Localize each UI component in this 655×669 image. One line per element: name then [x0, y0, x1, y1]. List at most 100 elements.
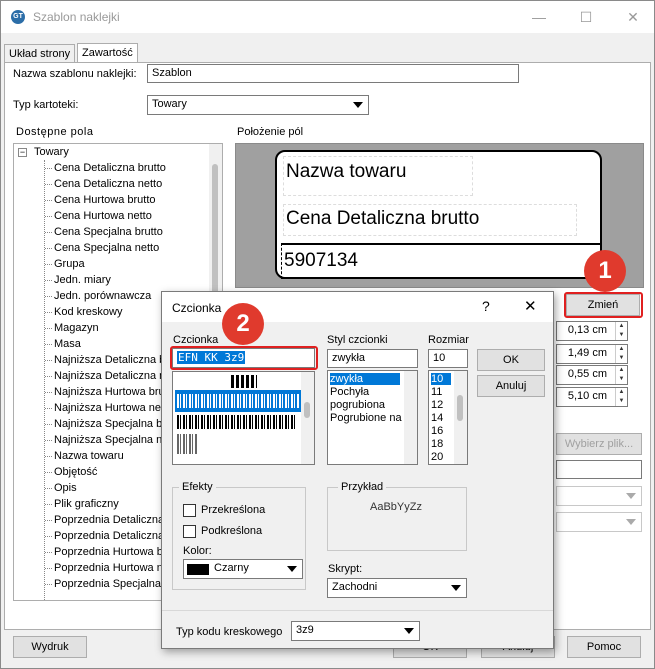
- tree-item[interactable]: Jedn. porównawcza: [54, 290, 151, 302]
- tree-item[interactable]: Objętość: [54, 466, 97, 478]
- color-select[interactable]: Czarny: [183, 559, 303, 579]
- label-preview[interactable]: Nazwa towaru Cena Detaliczna brutto 5907…: [275, 150, 602, 279]
- help-button[interactable]: Pomoc: [567, 636, 641, 658]
- label-canvas[interactable]: Nazwa towaru Cena Detaliczna brutto 5907…: [235, 143, 644, 288]
- tree-item[interactable]: Masa: [54, 338, 81, 350]
- tree-item[interactable]: Najniższa Detaliczna ne: [54, 370, 171, 382]
- label-field-barcode[interactable]: 5907134: [281, 243, 601, 279]
- tree-item[interactable]: Plik graficzny: [54, 498, 119, 510]
- style-option[interactable]: zwykła: [330, 373, 400, 385]
- font-cancel-button[interactable]: Anuluj: [477, 375, 545, 397]
- spin-arrows-icon[interactable]: ▲ ▼: [615, 322, 627, 340]
- style-list-scrollbar[interactable]: [404, 371, 417, 464]
- size-option[interactable]: 12: [431, 399, 443, 411]
- font-ok-button[interactable]: OK: [477, 349, 545, 371]
- chevron-down-icon: [287, 566, 297, 572]
- font-list[interactable]: [172, 371, 315, 465]
- disabled-select-2[interactable]: [556, 512, 642, 532]
- tree-item[interactable]: Cena Detaliczna netto: [54, 178, 162, 190]
- tree-item[interactable]: Cena Hurtowa brutto: [54, 194, 156, 206]
- tree-connector: [45, 408, 52, 409]
- help-icon[interactable]: ?: [482, 298, 490, 314]
- size-option[interactable]: 11: [431, 386, 442, 398]
- underline-checkbox[interactable]: [183, 525, 196, 538]
- size-list[interactable]: 10 11 12 14 16 18 20: [428, 370, 468, 465]
- tree-item[interactable]: Cena Specjalna brutto: [54, 226, 163, 238]
- card-type-label: Typ kartoteki:: [13, 99, 79, 111]
- tree-item[interactable]: Cena Detaliczna brutto: [54, 162, 166, 174]
- tree-item[interactable]: Grupa: [54, 258, 85, 270]
- tree-item[interactable]: Nazwa towaru: [54, 450, 124, 462]
- tree-item[interactable]: Poprzednia Specjalna b: [54, 578, 170, 590]
- size-list-scrollbar[interactable]: [454, 371, 467, 464]
- size-option[interactable]: 16: [431, 425, 443, 437]
- font-list-item-selected[interactable]: [175, 390, 301, 412]
- card-type-select[interactable]: Towary: [147, 95, 369, 115]
- tree-item[interactable]: Poprzednia Hurtowa b: [54, 546, 163, 558]
- position-spin-2[interactable]: 1,49 cm ▲ ▼: [556, 344, 628, 364]
- style-option[interactable]: pogrubiona: [330, 399, 385, 411]
- template-name-input[interactable]: Szablon: [147, 64, 519, 83]
- script-select[interactable]: Zachodni: [327, 578, 467, 598]
- disabled-select-1[interactable]: [556, 486, 642, 506]
- style-list[interactable]: zwykła Pochyła pogrubiona Pogrubione na: [327, 370, 418, 465]
- tree-item[interactable]: Poprzednia Detaliczna: [54, 514, 164, 526]
- tree-item[interactable]: Cena Specjalna netto: [54, 242, 159, 254]
- barcode-type-select[interactable]: 3z9: [291, 621, 420, 641]
- tree-connector: [45, 392, 52, 393]
- underline-label: Podkreślona: [201, 525, 263, 537]
- scroll-thumb[interactable]: [304, 402, 310, 418]
- choose-file-button[interactable]: Wybierz plik...: [556, 433, 642, 455]
- tree-item[interactable]: Magazyn: [54, 322, 99, 334]
- tree-item[interactable]: Opis: [54, 482, 77, 494]
- tree-item[interactable]: Najniższa Specjalna ne: [54, 434, 168, 446]
- file-path-input[interactable]: [556, 460, 642, 479]
- tree-item[interactable]: Poprzednia Hurtowa n: [54, 562, 163, 574]
- strikeout-checkbox[interactable]: [183, 504, 196, 517]
- maximize-icon[interactable]: ☐: [576, 7, 596, 27]
- tree-item[interactable]: Kod kreskowy: [54, 306, 122, 318]
- tab-content[interactable]: Zawartość: [77, 43, 138, 63]
- tree-item[interactable]: Jedn. miary: [54, 274, 111, 286]
- position-spin-1[interactable]: 0,13 cm ▲ ▼: [556, 321, 628, 341]
- size-option[interactable]: 14: [431, 412, 443, 424]
- style-option[interactable]: Pogrubione na: [330, 412, 402, 424]
- minimize-icon[interactable]: —: [529, 7, 549, 27]
- position-spin-4[interactable]: 5,10 cm ▲ ▼: [556, 387, 628, 407]
- close-icon[interactable]: ✕: [524, 297, 537, 315]
- tree-line: [44, 160, 45, 600]
- style-option[interactable]: Pochyła: [330, 386, 369, 398]
- tree-item[interactable]: Najniższa Detaliczna br: [54, 354, 169, 366]
- size-input[interactable]: 10: [428, 349, 468, 368]
- tree-item[interactable]: Najniższa Specjalna br: [54, 418, 166, 430]
- label-field-name[interactable]: Nazwa towaru: [283, 156, 473, 196]
- font-list-scrollbar[interactable]: [301, 372, 314, 464]
- style-input[interactable]: zwykła: [327, 349, 418, 368]
- tree-item[interactable]: Poprzednia Detaliczna: [54, 530, 164, 542]
- tree-connector: [45, 488, 52, 489]
- print-button[interactable]: Wydruk: [13, 636, 87, 658]
- label-field-price[interactable]: Cena Detaliczna brutto: [283, 204, 577, 236]
- spin-arrows-icon[interactable]: ▲ ▼: [615, 366, 627, 384]
- collapse-icon[interactable]: −: [18, 148, 27, 157]
- position-spin-3[interactable]: 0,55 cm ▲ ▼: [556, 365, 628, 385]
- available-fields-title: Dostępne pola: [16, 126, 94, 138]
- template-name-label: Nazwa szablonu naklejki:: [13, 68, 137, 80]
- tree-item[interactable]: Najniższa Hurtowa net: [54, 402, 164, 414]
- tree-connector: [45, 344, 52, 345]
- size-option[interactable]: 20: [431, 451, 443, 463]
- spin-arrows-icon[interactable]: ▲ ▼: [615, 388, 627, 406]
- tree-connector: [45, 296, 52, 297]
- tree-item[interactable]: Najniższa Hurtowa bru: [54, 386, 165, 398]
- effects-group: Efekty Przekreślona Podkreślona Kolor: C…: [172, 481, 306, 590]
- tab-page-layout[interactable]: Układ strony: [4, 44, 76, 63]
- sample-label: Przykład: [338, 481, 387, 493]
- size-option[interactable]: 18: [431, 438, 443, 450]
- scroll-thumb[interactable]: [457, 395, 463, 421]
- tree-connector: [45, 568, 52, 569]
- tree-item[interactable]: Cena Hurtowa netto: [54, 210, 152, 222]
- spin-arrows-icon[interactable]: ▲ ▼: [615, 345, 627, 363]
- close-icon[interactable]: ✕: [623, 7, 643, 27]
- size-option[interactable]: 10: [431, 373, 451, 385]
- tree-root[interactable]: Towary: [34, 146, 69, 158]
